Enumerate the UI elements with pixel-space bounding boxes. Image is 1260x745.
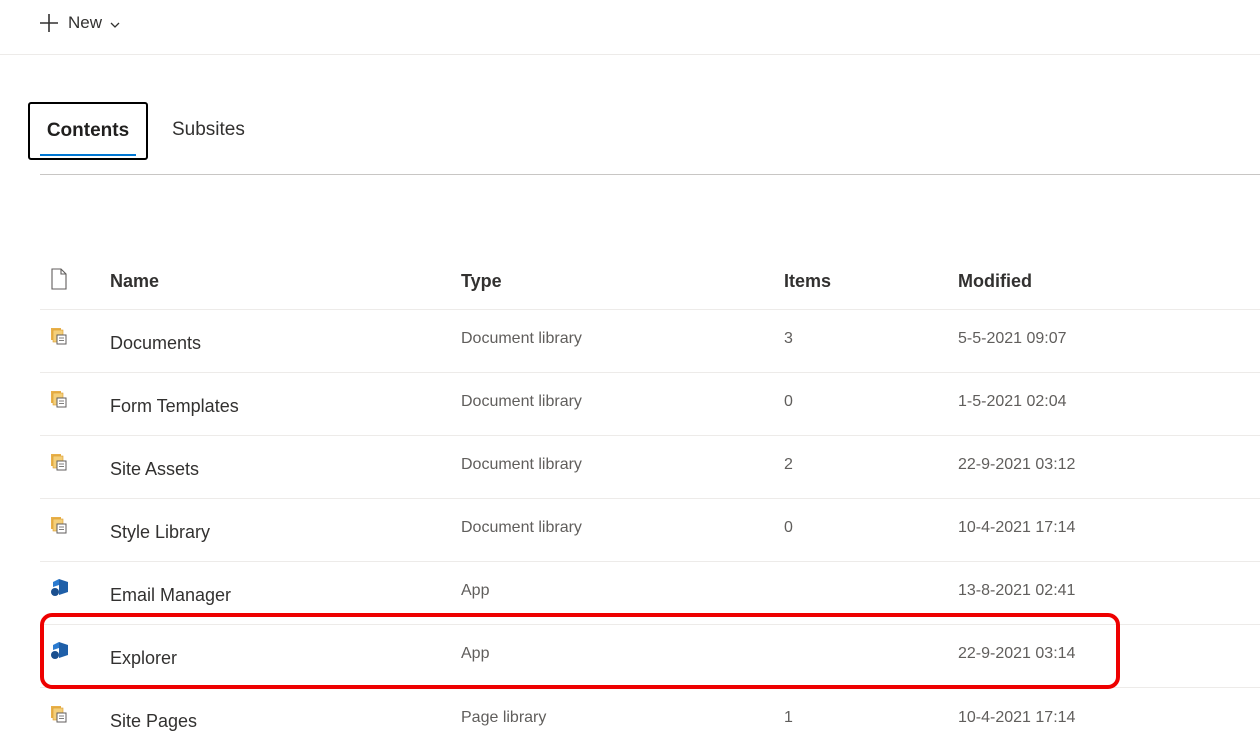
command-bar: New — [0, 0, 1260, 55]
row-icon — [50, 562, 80, 624]
row-icon — [50, 499, 80, 561]
row-modified: 1-5-2021 02:04 — [958, 393, 1067, 410]
app-icon — [50, 641, 70, 666]
row-name[interactable]: Documents — [110, 310, 201, 372]
row-name[interactable]: Style Library — [110, 499, 210, 561]
plus-icon — [38, 12, 60, 34]
row-icon — [50, 373, 80, 435]
list-row-form-templates[interactable]: Form Templates Document library 0 1-5-20… — [40, 373, 1260, 436]
row-type: App — [461, 582, 490, 599]
row-type: Document library — [461, 519, 582, 536]
library-icon — [50, 705, 68, 728]
row-name[interactable]: Email Manager — [110, 562, 231, 624]
row-modified: 22-9-2021 03:14 — [958, 645, 1076, 662]
list-row-email-manager[interactable]: Email Manager App 13-8-2021 02:41 — [40, 562, 1260, 625]
list-row-style-library[interactable]: Style Library Document library 0 10-4-20… — [40, 499, 1260, 562]
row-modified: 10-4-2021 17:14 — [958, 708, 1076, 726]
library-icon — [50, 453, 68, 476]
row-type: Page library — [461, 708, 547, 726]
new-button-label: New — [68, 13, 103, 32]
row-items: 0 — [784, 519, 793, 536]
document-icon — [50, 267, 68, 295]
row-items: 0 — [784, 393, 793, 410]
list-row-explorer[interactable]: Explorer App 22-9-2021 03:14 — [40, 625, 1260, 688]
row-type: App — [461, 645, 490, 662]
row-name[interactable]: Form Templates — [110, 373, 239, 435]
tab-selected-indicator — [40, 154, 136, 156]
contents-list: Name Type Items Modified Documents Docum… — [40, 245, 1260, 745]
row-name[interactable]: Explorer — [110, 625, 177, 687]
row-icon — [50, 310, 80, 372]
app-icon — [50, 578, 70, 603]
modified-column-header[interactable]: Modified — [958, 245, 1032, 309]
row-items: 2 — [784, 456, 793, 473]
row-items: 1 — [784, 708, 793, 726]
library-icon — [50, 327, 68, 350]
row-modified: 5-5-2021 09:07 — [958, 330, 1067, 347]
list-header: Name Type Items Modified — [40, 245, 1260, 310]
row-modified: 22-9-2021 03:12 — [958, 456, 1076, 473]
new-button[interactable]: New — [38, 10, 121, 36]
chevron-down-icon — [109, 18, 121, 30]
site-contents-page: New Contents Subsites Name Type Items Mo… — [0, 0, 1260, 745]
tab-contents[interactable]: Contents — [28, 102, 148, 160]
pivot-tabs: Contents Subsites — [28, 100, 1260, 175]
row-items: 3 — [784, 330, 793, 347]
row-modified: 13-8-2021 02:41 — [958, 582, 1076, 599]
list-row-documents[interactable]: Documents Document library 3 5-5-2021 09… — [40, 310, 1260, 373]
tab-contents-label: Contents — [46, 120, 130, 141]
row-icon — [50, 625, 80, 687]
list-row-site-pages[interactable]: Site Pages Page library 1 10-4-2021 17:1… — [40, 688, 1260, 745]
name-column-header[interactable]: Name — [110, 245, 159, 309]
row-icon — [50, 688, 80, 745]
row-modified: 10-4-2021 17:14 — [958, 519, 1076, 536]
library-icon — [50, 390, 68, 413]
list-row-site-assets[interactable]: Site Assets Document library 2 22-9-2021… — [40, 436, 1260, 499]
row-type: Document library — [461, 456, 582, 473]
tab-subsites[interactable]: Subsites — [172, 100, 245, 160]
type-column-header[interactable]: Type — [461, 245, 502, 309]
row-icon — [50, 436, 80, 498]
row-type: Document library — [461, 393, 582, 410]
file-type-column-header[interactable] — [50, 245, 80, 309]
tab-subsites-label: Subsites — [172, 119, 245, 140]
row-name[interactable]: Site Pages — [110, 688, 197, 745]
library-icon — [50, 516, 68, 539]
row-name[interactable]: Site Assets — [110, 436, 199, 498]
row-type: Document library — [461, 330, 582, 347]
items-column-header[interactable]: Items — [784, 245, 831, 309]
